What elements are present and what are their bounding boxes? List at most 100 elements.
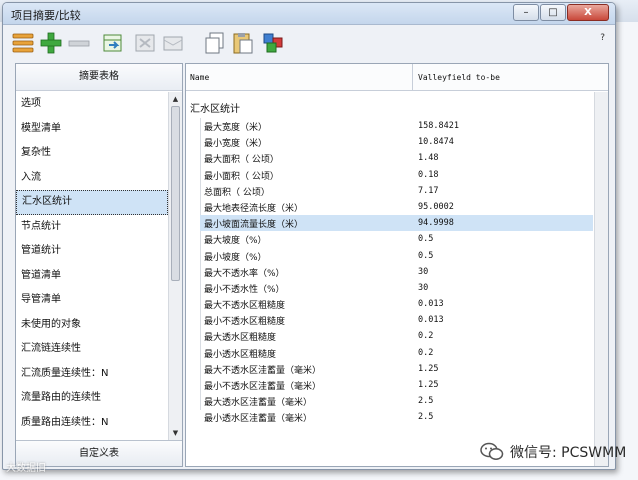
- paste-icon[interactable]: [231, 31, 255, 55]
- table-row[interactable]: 最大透水区粗糙度 0.2: [200, 328, 593, 344]
- title-bar[interactable]: 项目摘要/比较 – □ X: [3, 3, 615, 25]
- remove-icon[interactable]: [67, 31, 91, 55]
- left-scrollbar[interactable]: ▲ ▼: [168, 92, 182, 440]
- table-row[interactable]: 最大坡度（%） 0.5: [200, 231, 593, 247]
- window-title: 项目摘要/比较: [11, 9, 81, 22]
- row-name: 最大宽度（米）: [204, 123, 268, 133]
- wechat-id: 微信号: PCSWMM: [510, 445, 627, 461]
- row-value: 0.2: [418, 331, 434, 342]
- row-value: 0.013: [418, 315, 444, 326]
- row-name: 最大坡度（%）: [204, 236, 267, 247]
- row-value: 2.5: [418, 412, 434, 423]
- summary-table-item[interactable]: 选项: [16, 92, 168, 117]
- summary-table-item[interactable]: 模型清单: [16, 117, 168, 142]
- summary-table-item[interactable]: 未使用的对象: [16, 313, 168, 338]
- help-marker[interactable]: ?: [600, 33, 605, 43]
- add-icon[interactable]: [39, 31, 63, 55]
- splitter-grip-icon[interactable]: •••••: [90, 443, 113, 468]
- summary-table-item[interactable]: 入流: [16, 166, 168, 191]
- row-name: 最小透水区洼蓄量（毫米）: [204, 414, 313, 425]
- row-value: 0.18: [418, 169, 439, 180]
- row-name: 总面积（ 公顷）: [204, 187, 270, 198]
- row-name: 最小宽度（米）: [204, 139, 268, 150]
- summary-table-item[interactable]: 导管清单: [16, 288, 168, 313]
- row-value: 30: [418, 282, 429, 293]
- row-value: 2.5: [418, 396, 434, 407]
- table-row[interactable]: 最小不透水区粗糙度 0.013: [200, 312, 593, 328]
- row-value: 0.2: [418, 347, 434, 358]
- table-row[interactable]: 最大不透水率（%） 30: [200, 264, 593, 280]
- row-name: 最大不透水率（%）: [204, 268, 285, 279]
- row-name: 最小面积（ 公顷）: [204, 171, 279, 182]
- table-row[interactable]: 最大面积（ 公顷） 1.48: [200, 150, 593, 166]
- right-scrollbar[interactable]: [594, 92, 608, 466]
- grid-header: Name Valleyfield to-be: [186, 64, 608, 91]
- row-value: 10.8474: [418, 137, 454, 148]
- export-icon[interactable]: [101, 31, 125, 55]
- column-header-name[interactable]: Name: [190, 73, 209, 82]
- scroll-down-icon[interactable]: ▼: [170, 427, 181, 439]
- table-row[interactable]: 最小不透水性（%） 30: [200, 280, 593, 296]
- table-row[interactable]: 最小透水区洼蓄量（毫米） 2.5: [200, 409, 593, 425]
- summary-table-item[interactable]: 流量路由的连续性: [16, 386, 168, 411]
- row-name: 最大地表径流长度（米）: [204, 203, 304, 214]
- window-controls: – □ X: [513, 4, 609, 21]
- table-row[interactable]: 最小不透水区洼蓄量（毫米） 1.25: [200, 377, 593, 393]
- table-row[interactable]: 总面积（ 公顷） 7.17: [200, 183, 593, 199]
- row-name: 最小不透水区洼蓄量（毫米）: [204, 382, 322, 392]
- table-row[interactable]: 最小透水区粗糙度 0.2: [200, 345, 593, 361]
- row-name: 最小坡面流量长度（米）: [204, 220, 304, 231]
- table-row[interactable]: 最小坡度（%） 0.5: [200, 248, 593, 264]
- minimize-button[interactable]: –: [513, 4, 539, 21]
- summary-table-item[interactable]: 复杂性: [16, 141, 168, 166]
- table-row[interactable]: 最大宽度（米） 158.8421: [200, 118, 593, 134]
- summary-grid: Name Valleyfield to-be 汇水区统计 最大宽度（米） 158.…: [185, 63, 609, 467]
- summary-tables-list: 选项 模型清单 复杂性 入流 汇水区统计 节点统计 管道统计 管道清单 导管清单 未使用的对象 汇流…: [16, 92, 168, 440]
- table-row[interactable]: 最小坡面流量长度（米） 94.9998: [200, 215, 593, 232]
- grid-rows: 最大宽度（米） 158.8421 最小宽度（米） 10.8474 最大面积（ 公顷） 1.…: [200, 118, 593, 426]
- cubes-icon[interactable]: [261, 31, 285, 55]
- column-divider[interactable]: [412, 64, 413, 91]
- row-name: 最大面积（ 公顷）: [204, 155, 279, 166]
- row-name: 最小坡度（%）: [204, 252, 267, 263]
- summary-table-item[interactable]: 管道清单: [16, 264, 168, 289]
- table-row[interactable]: 最大不透水区洼蓄量（毫米） 1.25: [200, 361, 593, 377]
- corner-watermark: 大数据旧: [6, 463, 46, 474]
- copy-icon[interactable]: [203, 31, 227, 55]
- row-value: 1.25: [418, 363, 439, 374]
- column-header-scenario[interactable]: Valleyfield to-be: [418, 73, 500, 82]
- summary-table-item[interactable]: 汇流链连续性: [16, 337, 168, 362]
- toolbar: ?: [9, 29, 609, 57]
- row-name: 最大不透水区洼蓄量（毫米）: [204, 365, 322, 376]
- table-icon[interactable]: [133, 31, 157, 55]
- row-value: 158.8421: [418, 121, 459, 131]
- row-name: 最小不透水区粗糙度: [204, 317, 286, 328]
- summary-table-item[interactable]: 质量路由连续性：N: [16, 411, 168, 436]
- list-icon[interactable]: [11, 31, 35, 55]
- maximize-button[interactable]: □: [540, 4, 566, 21]
- summary-tables-header: 摘要表格: [16, 64, 182, 91]
- table-row[interactable]: 最大不透水区粗糙度 0.013: [200, 296, 593, 312]
- row-value: 0.5: [418, 234, 434, 245]
- summary-table-item[interactable]: 节点统计: [16, 215, 168, 240]
- table-row[interactable]: 最小面积（ 公顷） 0.18: [200, 167, 593, 183]
- table-row[interactable]: 最大地表径流长度（米） 95.0002: [200, 199, 593, 215]
- summary-table-item[interactable]: 汇流质量连续性：N: [16, 362, 168, 387]
- row-value: 0.013: [418, 299, 444, 310]
- summary-table-item[interactable]: 汇水区统计: [16, 190, 168, 215]
- row-value: 1.25: [418, 380, 439, 390]
- row-value: 95.0002: [418, 201, 454, 212]
- summary-table-item[interactable]: 管道统计: [16, 239, 168, 264]
- wechat-watermark: 微信号: PCSWMM: [480, 438, 626, 466]
- table-row[interactable]: 最小宽度（米） 10.8474: [200, 134, 593, 150]
- close-button[interactable]: X: [567, 4, 609, 21]
- row-name: 最大不透水区粗糙度: [204, 301, 286, 312]
- wechat-icon: [480, 442, 504, 462]
- scroll-up-icon[interactable]: ▲: [170, 93, 181, 105]
- scroll-thumb[interactable]: [171, 106, 180, 281]
- row-name: 最大透水区洼蓄量（毫米）: [204, 398, 313, 409]
- card-icon[interactable]: [161, 31, 185, 55]
- table-row[interactable]: 最大透水区洼蓄量（毫米） 2.5: [200, 393, 593, 409]
- row-value: 7.17: [418, 185, 439, 196]
- row-name: 最小不透水性（%）: [204, 284, 285, 295]
